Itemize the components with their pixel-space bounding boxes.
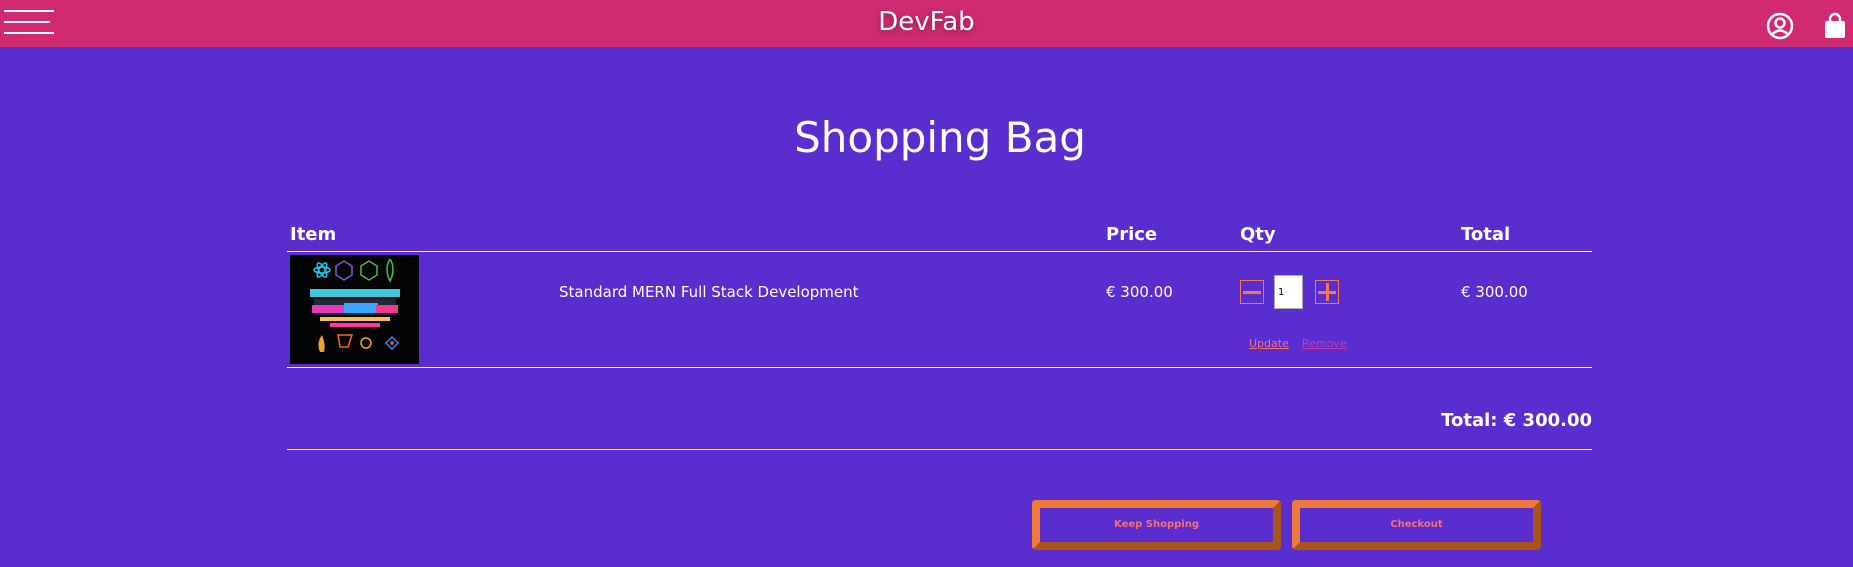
update-link[interactable]: Update	[1249, 337, 1289, 350]
checkout-button[interactable]: Checkout	[1292, 500, 1541, 550]
page-title: Shopping Bag	[794, 113, 1086, 162]
shopping-bag-icon[interactable]	[1822, 12, 1848, 40]
account-icon[interactable]	[1766, 12, 1794, 40]
grand-total: Total: € 300.00	[1441, 410, 1592, 431]
column-header-total: Total	[1461, 224, 1511, 245]
column-header-qty: Qty	[1240, 224, 1276, 245]
column-header-item: Item	[290, 224, 337, 245]
column-header-price: Price	[1106, 224, 1158, 245]
total-divider	[287, 449, 1592, 450]
product-thumbnail[interactable]	[290, 255, 419, 364]
quantity-input[interactable]	[1274, 275, 1303, 309]
top-navbar: DevFab	[0, 0, 1853, 47]
line-total: € 300.00	[1461, 283, 1528, 301]
unit-price: € 300.00	[1106, 283, 1173, 301]
product-name[interactable]: Standard MERN Full Stack Development	[559, 283, 859, 301]
remove-link[interactable]: Remove	[1302, 337, 1347, 350]
row-divider	[287, 367, 1592, 368]
brand-logo[interactable]: DevFab	[0, 7, 1853, 37]
decrease-qty-button[interactable]	[1240, 280, 1264, 304]
keep-shopping-button[interactable]: Keep Shopping	[1032, 500, 1281, 550]
increase-qty-button[interactable]	[1315, 280, 1339, 304]
header-divider	[287, 251, 1592, 252]
